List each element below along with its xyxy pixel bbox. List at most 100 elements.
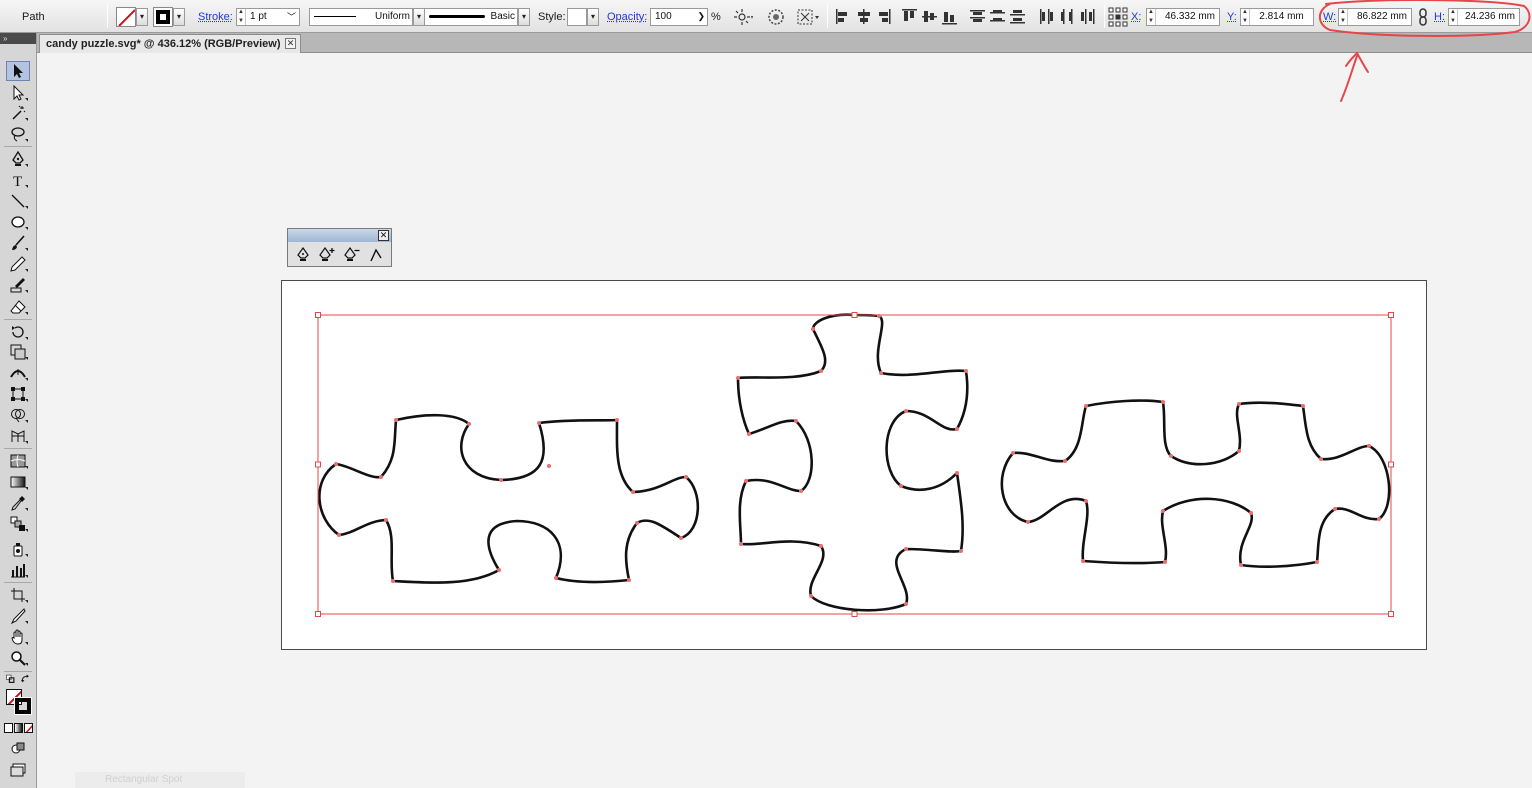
puzzle-artwork[interactable] [282, 281, 1428, 651]
stepper-icon[interactable]: ▲ ▼ [237, 8, 246, 25]
chevron-down-icon[interactable]: ▾ [518, 7, 530, 26]
opacity-label[interactable]: Opacity: [607, 0, 647, 33]
stepper-icon[interactable]: ▲ ▼ [1147, 8, 1156, 25]
zoom-tool[interactable] [6, 648, 30, 668]
artboard[interactable] [281, 280, 1427, 650]
w-label[interactable]: W: [1323, 0, 1336, 33]
free-transform-tool[interactable] [6, 384, 30, 404]
fill-color-dropdown[interactable]: ▾ [116, 0, 148, 33]
divider [4, 582, 32, 583]
puzzle-piece-right[interactable] [1000, 399, 1391, 568]
pen-icon[interactable] [294, 246, 312, 264]
shape-builder-tool[interactable] [6, 405, 30, 425]
panel-collapse-icon[interactable]: » [0, 33, 36, 44]
close-icon[interactable]: ✕ [378, 230, 389, 241]
stroke-weight-field[interactable]: ▲ ▼ 1 pt ﹀ [236, 0, 300, 33]
stroke-label[interactable]: Stroke: [198, 0, 233, 33]
chevron-right-icon[interactable]: ❯ [697, 11, 707, 22]
slice-tool[interactable] [6, 606, 30, 626]
isolate-object-button[interactable] [767, 0, 785, 33]
isolation-mode-icon[interactable] [767, 8, 785, 26]
constrain-proportions-button[interactable] [1417, 0, 1429, 33]
column-graph-tool[interactable] [6, 560, 30, 580]
recolor-artwork-button[interactable] [732, 0, 754, 33]
puzzle-piece-left[interactable] [318, 413, 700, 584]
stepper-icon[interactable]: ▲ ▼ [1449, 8, 1458, 25]
fill-stroke-indicator[interactable] [6, 689, 32, 715]
close-icon[interactable]: ✕ [285, 38, 296, 49]
blend-tool[interactable] [6, 514, 30, 534]
delete-anchor-point-icon[interactable] [343, 246, 361, 264]
hand-tool[interactable] [6, 627, 30, 647]
panel-title-bar[interactable]: ✕ [288, 229, 391, 242]
eraser-tool[interactable] [6, 297, 30, 317]
stepper-icon[interactable]: ▲ ▼ [1339, 8, 1348, 25]
swap-arrows-icon[interactable] [21, 674, 30, 684]
recolor-artwork-icon[interactable] [732, 8, 754, 26]
brush-definition-dropdown[interactable]: Basic ▾ [424, 0, 530, 33]
x-field[interactable]: ▲ ▼ 46.332 mm [1146, 0, 1220, 33]
x-label[interactable]: X: [1131, 0, 1141, 33]
w-field[interactable]: ▲ ▼ 86.822 mm [1338, 0, 1412, 33]
type-tool[interactable]: T [6, 170, 30, 190]
stroke-color-icon[interactable] [14, 697, 32, 715]
document-title[interactable]: candy puzzle.svg* @ 436.12% (RGB/Preview… [46, 38, 280, 50]
pencil-tool[interactable] [6, 254, 30, 274]
line-segment-tool[interactable] [6, 191, 30, 211]
gradient-mode-icon[interactable] [14, 723, 23, 733]
transform-icon[interactable] [796, 8, 820, 26]
drawing-mode-button[interactable] [6, 738, 30, 758]
chevron-down-icon[interactable]: ﹀ [287, 10, 299, 23]
convert-anchor-point-icon[interactable] [367, 246, 385, 264]
gradient-tool[interactable] [6, 472, 30, 492]
reference-point-icon[interactable] [1108, 7, 1128, 27]
selection-bounding-box[interactable] [315, 312, 1394, 617]
variable-width-profile-dropdown[interactable]: Uniform ▾ [309, 0, 425, 33]
document-tab[interactable]: candy puzzle.svg* @ 436.12% (RGB/Preview… [39, 34, 301, 53]
transform-menu-button[interactable] [796, 0, 820, 33]
y-field[interactable]: ▲ ▼ 2.814 mm [1240, 0, 1314, 33]
direct-selection-tool[interactable] [6, 83, 30, 103]
symbol-sprayer-tool[interactable] [6, 539, 30, 559]
opacity-field[interactable]: 100 ❯ % [650, 0, 721, 33]
divider [4, 146, 32, 147]
paintbrush-tool[interactable] [6, 233, 30, 253]
magic-wand-tool[interactable] [6, 103, 30, 123]
default-colors-icon[interactable] [6, 674, 15, 684]
screen-mode-button[interactable] [6, 759, 30, 779]
scale-tool[interactable] [6, 342, 30, 362]
align-icons[interactable] [834, 7, 1104, 27]
blob-brush-tool[interactable] [6, 275, 30, 295]
width-tool[interactable] [6, 363, 30, 383]
rotate-tool[interactable] [6, 322, 30, 342]
perspective-grid-icon [11, 430, 25, 442]
stroke-color-dropdown[interactable]: ▾ [153, 0, 185, 33]
perspective-grid-tool[interactable] [6, 426, 30, 446]
artboard-tool[interactable] [6, 585, 30, 605]
chevron-down-icon[interactable]: ▾ [173, 7, 185, 26]
y-label[interactable]: Y: [1227, 0, 1237, 33]
pen-tool[interactable] [6, 149, 30, 169]
lasso-tool[interactable] [6, 124, 30, 144]
chevron-down-icon[interactable]: ▾ [587, 7, 599, 26]
paintbrush-icon [12, 235, 25, 250]
eyedropper-tool[interactable] [6, 493, 30, 513]
default-swap-colors[interactable] [6, 672, 30, 686]
divider [1104, 5, 1105, 28]
ellipse-tool[interactable] [6, 212, 30, 232]
selection-tool[interactable] [6, 61, 30, 81]
none-mode-icon[interactable] [24, 723, 33, 733]
mesh-tool[interactable] [6, 451, 30, 471]
color-mode-icon[interactable] [4, 723, 13, 733]
graphic-style-dropdown[interactable]: ▾ [567, 0, 599, 33]
divider [827, 5, 828, 28]
puzzle-piece-middle[interactable] [736, 313, 969, 612]
pen-tools-tearoff-panel: ✕ [287, 228, 392, 267]
h-field[interactable]: ▲ ▼ 24.236 mm [1448, 0, 1520, 33]
h-label[interactable]: H: [1434, 0, 1445, 33]
stepper-icon[interactable]: ▲ ▼ [1241, 8, 1250, 25]
link-chain-icon[interactable] [1417, 7, 1429, 27]
chevron-down-icon[interactable]: ▾ [136, 7, 148, 26]
add-anchor-point-icon[interactable] [318, 246, 336, 264]
reference-point-button[interactable] [1108, 0, 1128, 33]
